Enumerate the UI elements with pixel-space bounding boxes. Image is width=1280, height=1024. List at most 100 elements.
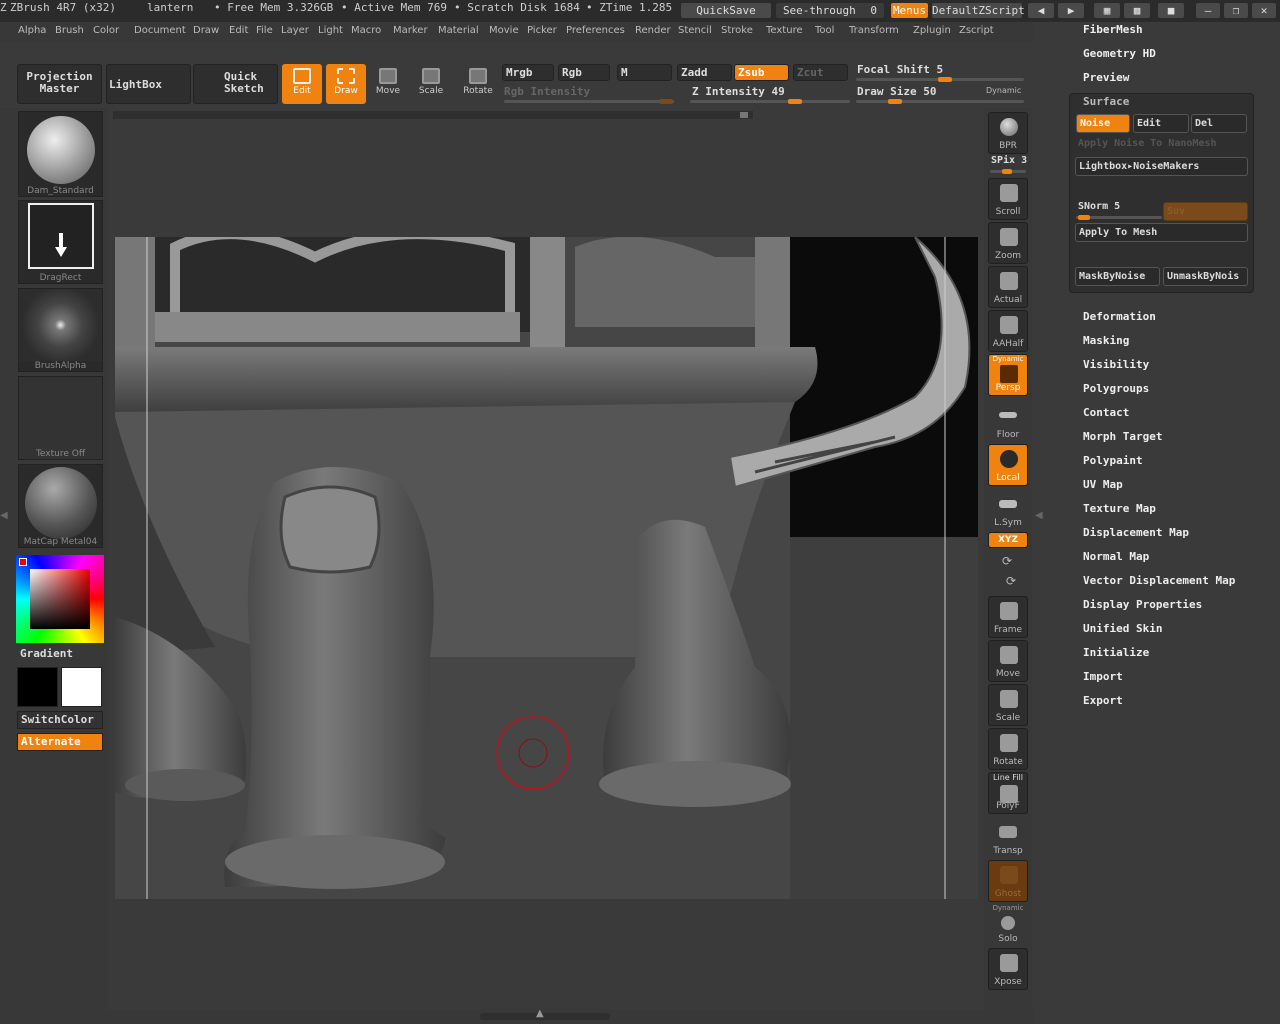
contact-menu[interactable]: Contact [1083,406,1129,419]
close-icon[interactable]: ✕ [1251,2,1277,19]
menu-material[interactable]: Material [438,25,479,36]
material-thumbnail[interactable]: MatCap Metal04 [18,464,103,548]
menu-layer[interactable]: Layer [281,25,309,36]
brush-thumbnail[interactable]: Dam_Standard [18,111,103,197]
zsub-button[interactable]: Zsub [734,64,789,81]
minimize-icon[interactable]: — [1195,2,1221,19]
polypaint-menu[interactable]: Polypaint [1083,454,1143,467]
edit-mode-button[interactable]: Edit [282,64,322,104]
texture-thumbnail[interactable]: Texture Off [18,376,103,460]
unmask-by-noise-button[interactable]: UnmaskByNois [1163,267,1248,286]
solo-button[interactable]: Dynamic Solo [988,904,1028,946]
preview-menu[interactable]: Preview [1083,71,1129,84]
masking-menu[interactable]: Masking [1083,334,1129,347]
menu-zplugin[interactable]: Zplugin [913,25,951,36]
xyz-button[interactable]: XYZ [988,532,1028,548]
lightbox-noisemakers-button[interactable]: Lightbox▸NoiseMakers [1075,157,1248,176]
suv-button[interactable]: Suv [1163,202,1248,221]
menus-button[interactable]: Menus [890,2,929,19]
display-properties-menu[interactable]: Display Properties [1083,598,1202,611]
zadd-button[interactable]: Zadd [677,64,732,81]
deformation-menu[interactable]: Deformation [1083,310,1156,323]
left-tray-toggle-icon[interactable]: ◀ [0,510,8,530]
rgb-intensity-slider[interactable] [504,99,674,104]
polyf-button[interactable]: Line Fill PolyF [988,772,1028,814]
projection-master-button[interactable]: Projection Master [17,64,102,104]
transp-button[interactable]: Transp [988,816,1028,858]
scale-view-button[interactable]: Scale [988,684,1028,726]
initialize-menu[interactable]: Initialize [1083,646,1149,659]
rotate-mode-button[interactable]: Rotate [458,64,498,104]
persp-button[interactable]: Dynamic Persp [988,354,1028,396]
layout-icon[interactable]: ▦ [1093,2,1121,19]
menu-tool[interactable]: Tool [815,25,834,36]
canvas-scroll-thumb[interactable] [740,112,748,118]
menu-file[interactable]: File [256,25,273,36]
visibility-menu[interactable]: Visibility [1083,358,1149,371]
menu-movie[interactable]: Movie [489,25,519,36]
noise-button[interactable]: Noise [1076,114,1130,133]
bpr-button[interactable]: BPR [988,112,1028,154]
document-canvas[interactable] [115,237,978,899]
m-button[interactable]: M [617,64,672,81]
menu-document[interactable]: Document [134,25,186,36]
lightbox-button[interactable]: LightBox [106,64,191,104]
uv-map-menu[interactable]: UV Map [1083,478,1123,491]
xpose-button[interactable]: Xpose [988,948,1028,990]
menu-render[interactable]: Render [635,25,671,36]
menu-stroke[interactable]: Stroke [721,25,753,36]
menu-color[interactable]: Color [93,25,119,36]
move-mode-button[interactable]: Move [370,64,406,104]
menu-macro[interactable]: Macro [351,25,381,36]
lock-icon[interactable]: ■ [1157,2,1185,19]
displacement-map-menu[interactable]: Displacement Map [1083,526,1189,539]
scale-mode-button[interactable]: Scale [413,64,449,104]
spix-slider[interactable] [990,169,1026,174]
noise-del-button[interactable]: Del [1191,114,1247,133]
menu-marker[interactable]: Marker [393,25,428,36]
actual-button[interactable]: Actual [988,266,1028,308]
color-picker[interactable] [16,555,104,643]
noise-edit-button[interactable]: Edit [1133,114,1189,133]
bottom-tray-handle[interactable] [480,1013,610,1020]
alpha-thumbnail[interactable]: BrushAlpha [18,288,103,372]
apply-noise-nanomesh-button[interactable]: Apply Noise To NanoMesh [1078,138,1216,149]
menu-transform[interactable]: Transform [849,25,899,36]
saturation-square[interactable] [30,569,90,629]
scroll-button[interactable]: Scroll [988,178,1028,220]
surface-title[interactable]: Surface [1083,95,1129,108]
secondary-color-swatch[interactable] [61,667,102,707]
unified-skin-menu[interactable]: Unified Skin [1083,622,1162,635]
z-intensity-knob[interactable] [788,99,802,104]
geometry-hd-menu[interactable]: Geometry HD [1083,47,1156,60]
right-tray-toggle-icon[interactable]: ◀ [1035,510,1043,530]
menu-texture[interactable]: Texture [766,25,803,36]
mrgb-button[interactable]: Mrgb [502,64,554,81]
main-color-swatch[interactable] [19,558,27,566]
snorm-slider[interactable] [1076,215,1162,220]
scroll-left-icon[interactable]: ◀ [1027,2,1055,19]
normal-map-menu[interactable]: Normal Map [1083,550,1149,563]
rgb-button[interactable]: Rgb [558,64,610,81]
rotate-view-button[interactable]: Rotate [988,728,1028,770]
export-menu[interactable]: Export [1083,694,1123,707]
menu-preferences[interactable]: Preferences [566,25,625,36]
frame-button[interactable]: Frame [988,596,1028,638]
ghost-button[interactable]: Ghost [988,860,1028,902]
default-zscript-button[interactable]: DefaultZScript [931,2,1025,19]
see-through-slider[interactable]: See-through 0 [775,2,885,19]
rotate-z-icon[interactable]: ⟳ [1006,574,1016,588]
apply-to-mesh-button[interactable]: Apply To Mesh [1075,223,1248,242]
z-intensity-slider[interactable] [690,99,850,104]
focal-shift-knob[interactable] [938,77,952,82]
stroke-thumbnail[interactable]: DragRect [18,200,103,284]
menu-stencil[interactable]: Stencil [678,25,712,36]
import-menu[interactable]: Import [1083,670,1123,683]
aahalf-button[interactable]: AAHalf [988,310,1028,352]
polygroups-menu[interactable]: Polygroups [1083,382,1149,395]
menu-light[interactable]: Light [318,25,343,36]
quick-sketch-button[interactable]: Quick Sketch [193,64,278,104]
menu-picker[interactable]: Picker [527,25,557,36]
primary-color-swatch[interactable] [17,667,58,707]
canvas-scrollbar[interactable] [113,111,753,119]
